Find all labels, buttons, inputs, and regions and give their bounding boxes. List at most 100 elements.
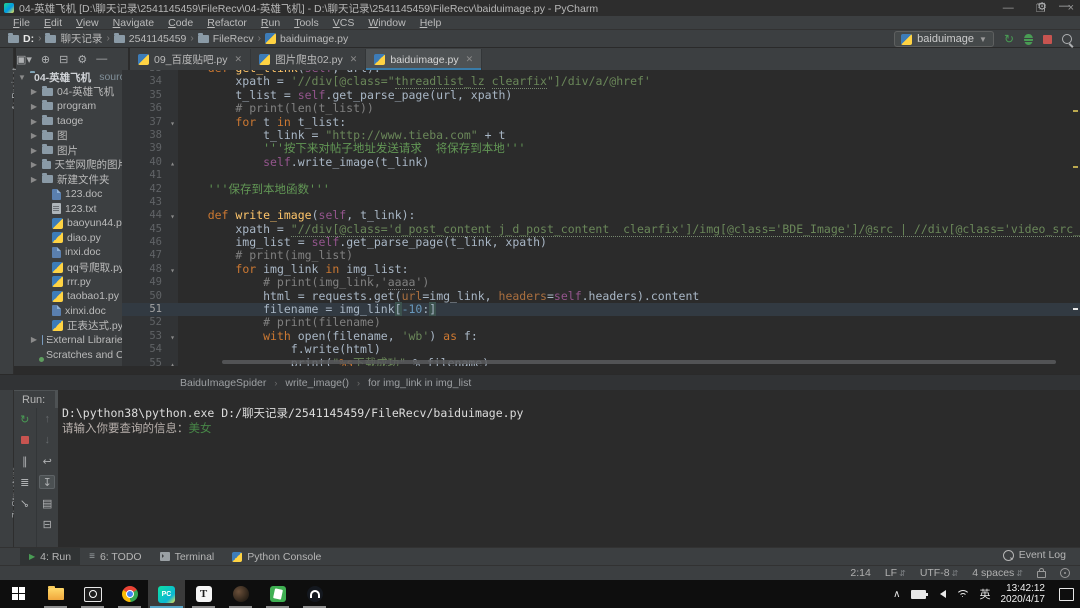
menu-item-window[interactable]: Window <box>368 17 405 29</box>
code-line[interactable]: 40▴ self.write_image(t_link) <box>122 156 1080 169</box>
code-line[interactable]: 54 f.write(html) <box>122 343 1080 356</box>
close-tab-icon[interactable]: ✕ <box>350 54 358 65</box>
code-line[interactable]: 37▾ for t in t_list: <box>122 116 1080 129</box>
hide-panel-icon[interactable]: — <box>1059 0 1070 13</box>
warning-stripe-mark[interactable] <box>1073 166 1078 168</box>
tree-item[interactable]: rrr.py <box>14 274 128 289</box>
tree-collapsed-arrow-icon[interactable]: ▶ <box>30 131 38 140</box>
breadcrumb-item[interactable]: 聊天记录 <box>45 31 102 46</box>
code-line[interactable]: 50 html = requests.get(url=img_link, hea… <box>122 290 1080 303</box>
code-line[interactable]: 42 '''保存到本地函数''' <box>122 183 1080 196</box>
code-editor[interactable]: 33 def get_tlink(self, url):34 xpath = '… <box>122 70 1080 366</box>
tree-expanded-arrow-icon[interactable]: ▼ <box>18 73 26 82</box>
code-line[interactable]: 39 '''按下来对帖子地址发送请求 将保存到本地''' <box>122 142 1080 155</box>
breadcrumb-item[interactable]: D: <box>8 33 34 45</box>
code-line[interactable]: 44▾ def write_image(self, t_link): <box>122 209 1080 222</box>
print-icon[interactable]: ▤ <box>39 496 55 510</box>
lock-icon[interactable] <box>1037 571 1046 578</box>
menu-item-file[interactable]: File <box>13 17 30 29</box>
fold-arrow-icon[interactable]: ▾ <box>170 264 175 277</box>
close-tab-icon[interactable]: ✕ <box>466 54 474 65</box>
highlighting-level-icon[interactable] <box>1060 568 1070 578</box>
breadcrumb-item[interactable]: FileRecv <box>198 33 254 45</box>
code-line[interactable]: 48▾ for img_link in img_list: <box>122 263 1080 276</box>
taskbar-typora[interactable]: T <box>185 580 222 608</box>
project-view-selector[interactable]: ▣▾ <box>16 53 32 66</box>
run-configuration-select[interactable]: baiduimage ▼ <box>894 31 994 47</box>
tree-item[interactable]: ▶program <box>14 99 128 114</box>
tree-item[interactable]: ▶新建文件夹 <box>14 172 128 187</box>
search-everywhere-icon[interactable] <box>1062 34 1072 44</box>
tree-item[interactable]: qq号爬取.py <box>14 260 128 275</box>
fold-arrow-icon[interactable]: ▾ <box>170 210 175 223</box>
code-line[interactable]: 34 xpath = '//div[@class="threadlist_lz … <box>122 75 1080 88</box>
tree-item[interactable]: baoyun44.py <box>14 216 128 231</box>
clear-console-icon[interactable]: ⊟ <box>39 517 55 531</box>
stop-button[interactable] <box>17 433 33 447</box>
tree-collapsed-arrow-icon[interactable]: ▶ <box>30 102 38 111</box>
editor-tab[interactable]: 图片爬虫02.py✕ <box>251 49 366 70</box>
tree-collapsed-arrow-icon[interactable]: ▶ <box>30 335 38 344</box>
tool-button-python-console[interactable]: Python Console <box>223 548 330 566</box>
wifi-icon[interactable] <box>956 590 970 598</box>
tree-collapsed-arrow-icon[interactable]: ▶ <box>30 87 38 96</box>
run-console[interactable]: D:\python38\python.exe D:/聊天记录/254114545… <box>58 390 1080 547</box>
minimize-button[interactable]: — <box>1003 2 1014 14</box>
taskbar-app-2[interactable] <box>259 580 296 608</box>
taskbar-clock[interactable]: 13:42:122020/4/17 <box>1001 583 1046 605</box>
caret-position[interactable]: 2:14 <box>850 567 870 579</box>
ime-indicator[interactable]: 英 <box>980 586 991 602</box>
code-line[interactable]: 49 # print(img_link,'aaaa') <box>122 276 1080 289</box>
tree-item[interactable]: ▶图片 <box>14 143 128 158</box>
indent-select[interactable]: 4 spaces⇵ <box>972 567 1023 579</box>
tree-item[interactable]: xinxi.doc <box>14 304 128 319</box>
menu-item-help[interactable]: Help <box>420 17 442 29</box>
tree-item[interactable]: diao.py <box>14 231 128 246</box>
breadcrumb-item[interactable]: 2541145459 <box>114 33 187 45</box>
tree-item[interactable]: Scratches and Consoles <box>14 347 128 362</box>
tool-button----run[interactable]: ▶4: Run <box>20 548 80 566</box>
tree-collapsed-arrow-icon[interactable]: ▶ <box>30 175 38 184</box>
taskbar-app-3[interactable] <box>296 580 333 608</box>
taskbar-camera-app[interactable] <box>74 580 111 608</box>
fold-arrow-icon[interactable]: ▴ <box>170 358 175 366</box>
horizontal-scrollbar[interactable] <box>222 360 1056 364</box>
code-line[interactable]: 53▾ with open(filename, 'wb') as f: <box>122 330 1080 343</box>
code-line[interactable]: 38 t_link = "http://www.tieba.com" + t <box>122 129 1080 142</box>
hide-panel-icon[interactable]: — <box>96 53 107 65</box>
rerun-button[interactable]: ↻ <box>1004 33 1014 45</box>
menu-item-code[interactable]: Code <box>168 17 193 29</box>
fold-arrow-icon[interactable]: ▴ <box>170 157 175 170</box>
tree-item[interactable]: taobao1.py <box>14 289 128 304</box>
code-line[interactable]: 46 img_list = self.get_parse_page(t_link… <box>122 236 1080 249</box>
pin-tab-icon[interactable]: ⊸ <box>17 496 33 510</box>
code-line[interactable]: 52 # print(filename) <box>122 316 1080 329</box>
menu-item-refactor[interactable]: Refactor <box>207 17 247 29</box>
code-line[interactable]: 45 xpath = "//div[@class='d_post_content… <box>122 223 1080 236</box>
tree-item[interactable]: ▶taoge <box>14 114 128 129</box>
encoding-select[interactable]: UTF-8⇵ <box>920 567 958 579</box>
tree-item[interactable]: 123.doc <box>14 187 128 202</box>
soft-wrap-icon[interactable]: ↩ <box>39 454 55 468</box>
code-breadcrumb-item[interactable]: BaiduImageSpider <box>180 377 266 389</box>
pause-output-icon[interactable]: ∥ <box>17 454 33 468</box>
stop-button[interactable] <box>1043 35 1052 44</box>
battery-icon[interactable] <box>911 590 926 599</box>
gear-icon[interactable]: ⚙ <box>77 53 87 66</box>
taskbar-file-explorer[interactable] <box>37 580 74 608</box>
tree-item[interactable]: 正表达式.py <box>14 318 128 333</box>
menu-item-run[interactable]: Run <box>261 17 280 29</box>
tool-button-terminal[interactable]: Terminal <box>151 548 224 566</box>
down-stack-trace-icon[interactable]: ↓ <box>39 433 55 447</box>
code-line[interactable]: 35 t_list = self.get_parse_page(url, xpa… <box>122 89 1080 102</box>
tree-item[interactable]: ▶External Libraries <box>14 333 128 348</box>
code-line[interactable]: 51 filename = img_link[-10:] <box>122 303 1080 316</box>
event-log-button[interactable]: Event Log <box>1003 549 1066 561</box>
rerun-button[interactable]: ↻ <box>17 412 33 426</box>
fold-arrow-icon[interactable]: ▾ <box>170 331 175 344</box>
code-breadcrumb-item[interactable]: write_image() <box>285 377 349 389</box>
scroll-to-end-icon[interactable]: ↧ <box>39 475 55 489</box>
taskbar-app-1[interactable] <box>222 580 259 608</box>
tree-collapsed-arrow-icon[interactable]: ▶ <box>30 117 38 126</box>
restore-layout-icon[interactable]: ≣ <box>17 475 33 489</box>
